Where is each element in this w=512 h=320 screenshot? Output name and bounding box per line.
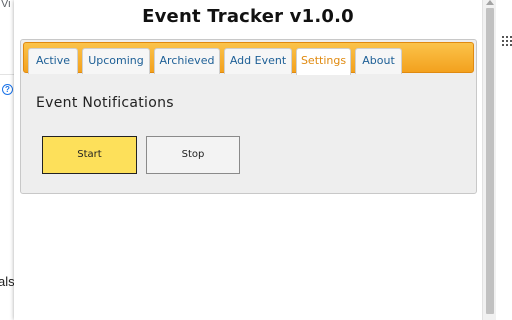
apps-grid-icon[interactable] (502, 36, 512, 46)
tab-archieved[interactable]: Archieved (154, 48, 220, 74)
scroll-up-arrow-icon[interactable] (486, 0, 494, 5)
tab-active[interactable]: Active (28, 48, 78, 74)
tab-settings[interactable]: Settings (296, 48, 351, 75)
extension-popup: Event Tracker v1.0.0 Active Upcoming Arc… (14, 0, 482, 320)
section-heading: Event Notifications (36, 95, 174, 111)
app-title: Event Tracker v1.0.0 (142, 6, 354, 27)
background-tab-title: Vi (1, 0, 11, 10)
tab-panel: Active Upcoming Archieved Add Event Sett… (20, 39, 477, 194)
popup-scrollbar[interactable] (482, 0, 496, 320)
help-circle-icon[interactable]: ? (2, 84, 13, 95)
background-page-right (496, 0, 512, 320)
stop-button[interactable]: Stop (146, 136, 240, 174)
start-button[interactable]: Start (42, 136, 137, 174)
tab-bar: Active Upcoming Archieved Add Event Sett… (23, 42, 474, 75)
tab-about[interactable]: About (355, 48, 402, 74)
background-page-left: Vi ? als (0, 0, 14, 320)
tab-upcoming[interactable]: Upcoming (82, 48, 150, 74)
background-divider (0, 74, 14, 75)
background-text: als (0, 274, 14, 289)
tab-add-event[interactable]: Add Event (224, 48, 292, 74)
scrollbar-thumb[interactable] (486, 8, 494, 314)
